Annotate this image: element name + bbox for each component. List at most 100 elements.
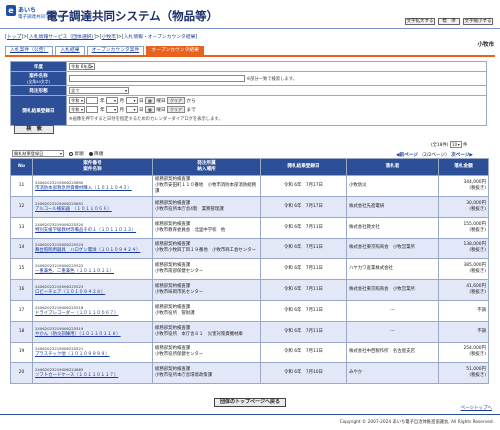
row-winner: 株式会社先進電研 <box>346 196 439 218</box>
row-no: 13 <box>10 216 33 239</box>
font-smaller-button[interactable]: 文字縮小する <box>463 18 493 25</box>
row-dept: 総務部契約検査課 小牧市教育委員会 北里中学校 他 <box>152 216 261 239</box>
delivery-place: 小牧市役所保健センター <box>155 352 204 358</box>
amount-value: 不調 <box>477 328 486 334</box>
case-name-link[interactable]: アルコール検知器 （１０１１０６６） <box>35 207 150 213</box>
row-date: 令和 6年 7月17日 <box>260 196 347 218</box>
aichi-logo[interactable]: e あいち 電子調達共同システム <box>6 5 63 24</box>
delivery-place: 小牧市安田町１１０番地 小牧市消防本部消防総務課 <box>155 183 256 194</box>
row-case: 24062023219006225891 アルコール検知器 （１０１１０６６） <box>32 196 153 218</box>
case-name-link[interactable]: プラスチック他（１０１０９９９９） <box>35 352 150 358</box>
from-era-select[interactable]: 令和 <box>69 97 85 104</box>
amount-tax: (税抜き) <box>469 290 486 296</box>
sort-select[interactable]: 開札結果登録日 <box>12 150 64 157</box>
row-amount: 155,000円 (税抜き) <box>438 216 489 239</box>
row-case: 24062023219006224863 ソフトカードケース（１０１１０１１７） <box>32 362 153 385</box>
to-month-select[interactable] <box>106 106 119 113</box>
from-month-select[interactable] <box>106 97 119 104</box>
row-date: 令和 6年 7月17日 <box>260 175 347 197</box>
row-case: 24062023219006225520 特別支援学級教材等備品その１（１０１１０… <box>32 216 153 239</box>
desc-radio[interactable] <box>89 151 94 156</box>
tab-bar: 入札案件（公告） 入札結果 オープンカウンタ案件 オープンカウンタ結果 <box>5 46 204 55</box>
tab-open-counter-results[interactable]: オープンカウンタ結果 <box>146 46 204 55</box>
to-era-select[interactable]: 令和 <box>69 106 85 113</box>
row-winner: 株式会社東京照商会 小牧営業所 <box>346 279 439 301</box>
row-no: 15 <box>10 258 33 281</box>
font-larger-button[interactable]: 文字拡大する <box>405 18 435 25</box>
to-clear-button[interactable]: クリア <box>167 106 186 113</box>
case-name-link[interactable]: 市消防本部救急用資機材購入（１０１１０４３） <box>35 186 150 192</box>
row-date: 令和 6年 7月11日 <box>260 279 347 301</box>
col-case: 案件番号 案件名称 <box>32 158 153 176</box>
from-day-select[interactable] <box>125 97 138 104</box>
case-name-link[interactable]: ドライブレコーダー（１０１１００６７） <box>35 311 150 317</box>
asc-radio[interactable] <box>69 151 74 156</box>
row-dept: 総務部契約検査課 小牧市役所保健センター <box>152 341 261 364</box>
table-row: 13 24062023219006225520 特別支援学級教材等備品その１（１０１… <box>10 216 489 239</box>
breadcrumb-top[interactable]: トップ <box>7 35 21 40</box>
table-row: 20 24062023219006224863 ソフトカードケース（１０１１０１１７… <box>10 362 489 385</box>
case-name-link[interactable]: やかん（防災訓練用）（１０１１０１１８） <box>35 332 150 338</box>
case-name-input[interactable] <box>69 75 245 82</box>
from-clear-button[interactable]: クリア <box>167 97 186 104</box>
case-name-link[interactable]: 舞台照明用器具 ハロゲン電球（１０１０９４２４） <box>35 248 150 254</box>
year-select[interactable]: 令和 6年度 <box>69 63 95 70</box>
to-day-select[interactable] <box>125 106 138 113</box>
breadcrumb: [トップ]>[入札情報サービス（団体選択）]>[小牧市]>[入札情報・オープンカ… <box>5 35 198 40</box>
amount-tax: (税抜き) <box>469 269 486 275</box>
case-name-link[interactable]: 特別支援学級教材等備品その１（１０１１０１３） <box>35 228 150 234</box>
amount-tax: (税抜き) <box>469 206 486 212</box>
amount-tax: (税抜き) <box>469 227 486 233</box>
table-row: 19 24062023219006225521 プラスチック他（１０１０９９９９）総… <box>10 341 489 364</box>
from-year-input[interactable] <box>86 97 99 104</box>
table-row: 14 24062023219006225524 舞台照明用器具 ハロゲン電球（１０１… <box>10 237 489 260</box>
order-type-select[interactable]: 全て <box>69 87 129 94</box>
delivery-place: 小牧市教育委員会 北里中学校 他 <box>155 227 226 233</box>
table-header-row: No 案件番号 案件名称 発注所属 納入場所 開札結果登録日 落札者 落札金額 <box>10 158 489 176</box>
amount-tax: (税抜き) <box>469 186 486 191</box>
name-note: ※部分一致で検索します。 <box>246 77 297 82</box>
row-no: 17 <box>10 299 33 322</box>
tab-bid-notice[interactable]: 入札案件（公告） <box>5 46 54 55</box>
row-winner: みやか <box>346 362 439 385</box>
case-name-link[interactable]: ソフトカードケース（１０１１０１１７） <box>35 373 150 379</box>
to-calendar-icon[interactable]: ▦ <box>145 106 155 113</box>
tab-bid-results[interactable]: 入札結果 <box>55 46 85 55</box>
from-calendar-icon[interactable]: ▦ <box>145 97 155 104</box>
search-button[interactable]: 検 索 <box>14 125 54 134</box>
tab-open-counter[interactable]: オープンカウンタ案件 <box>86 46 145 55</box>
page-top-link[interactable]: ページトップへ <box>461 405 492 411</box>
case-name-link[interactable]: ロビーチェア（１０１０９４２８） <box>35 290 150 296</box>
row-dept: 総務部契約検査課 小牧市安田町１１０番地 小牧市消防本部消防総務課 <box>152 175 261 197</box>
row-amount: 41,600円 (税抜き) <box>438 279 489 301</box>
amount-tax: (税抜き) <box>469 352 486 358</box>
row-winner: 株式会社東京照商会 小牧営業所 <box>346 237 439 260</box>
row-case: 24062023219006225523 ロビーチェア（１０１０９４２８） <box>32 279 153 301</box>
breadcrumb-city[interactable]: 小牧市 <box>102 35 116 40</box>
logo-mark-icon: e <box>6 5 16 16</box>
case-name-link[interactable]: 一重兼色、二重兼色（１０１１０１１） <box>35 269 150 275</box>
result-count: (全18件) 10 件 <box>431 141 467 148</box>
row-case: 24062023219006225521 プラスチック他（１０１０９９９９） <box>32 341 153 364</box>
row-dept: 総務部契約検査課 小牧市役所 管財課 <box>152 299 261 322</box>
from-suffix: から <box>186 99 196 104</box>
amount-tax: (税抜き) <box>469 248 486 254</box>
delivery-place: 小牧市役所 本庁舎８１ 災害対策資機材庫 <box>155 331 243 337</box>
table-row: 12 24062023219006225891 アルコール検知器 （１０１１０６６）… <box>10 196 489 218</box>
font-standard-button[interactable]: 標 準 <box>438 18 460 25</box>
delivery-place: 小牧市南部保健センター <box>155 269 204 275</box>
site-header: e あいち 電子調達共同システム 電子調達共同システム（物品等） 文字拡大する … <box>0 0 500 29</box>
name-label: 案件名称 (全角50文字) <box>10 71 67 86</box>
table-row: 18 24062023219006225519 やかん（防災訓練用）（１０１１０１１… <box>10 320 489 343</box>
breadcrumb-org-select[interactable]: 入札情報サービス（団体選択） <box>29 35 94 40</box>
to-year-input[interactable] <box>86 106 99 113</box>
to-weekday: 曜日 <box>156 108 166 113</box>
row-date: 令和 6年 7月11日 <box>260 216 347 239</box>
row-no: 14 <box>10 237 33 260</box>
row-no: 19 <box>10 341 33 364</box>
back-to-org-top-button[interactable]: 団体のトップページへ戻る <box>214 398 286 407</box>
total-count: (全18件) <box>431 143 449 148</box>
row-dept: 総務部契約検査課 小牧市役所本庁舎4階 業務管理課 <box>152 196 261 218</box>
row-amount: 51,000円 (税抜き) <box>438 362 489 385</box>
per-page-select[interactable]: 10 <box>449 141 462 148</box>
